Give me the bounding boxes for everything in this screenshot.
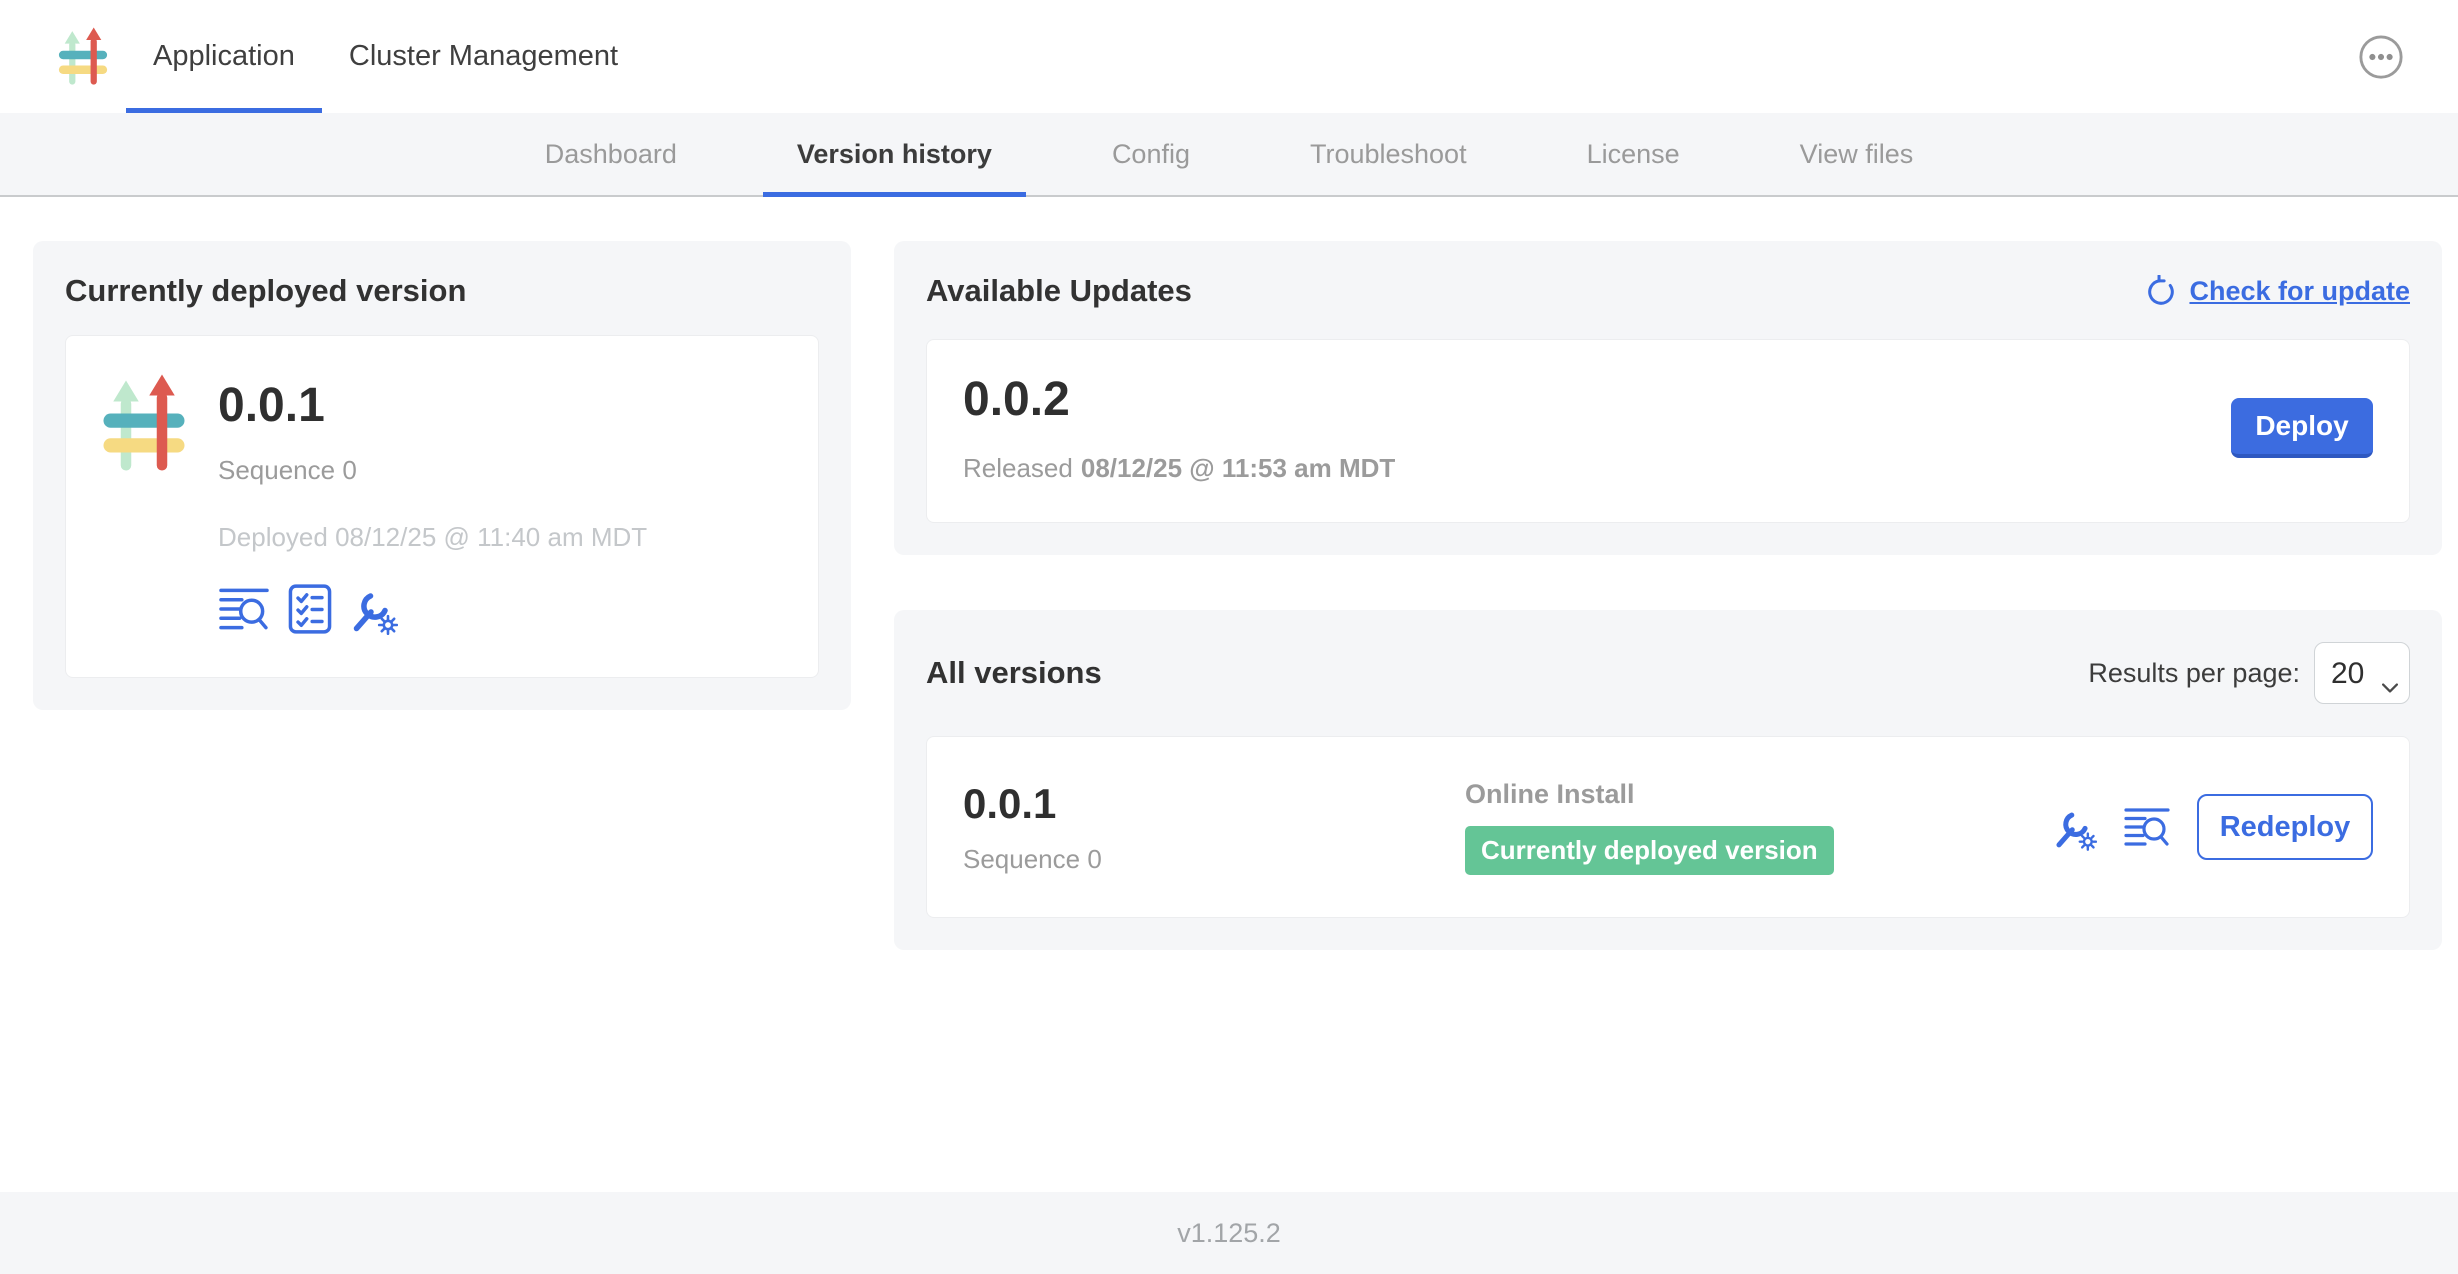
view-logs-icon[interactable] xyxy=(218,586,270,632)
subnav-config[interactable]: Config xyxy=(1078,113,1224,195)
tab-application-label: Application xyxy=(153,40,295,73)
currently-deployed-card: Currently deployed version 0.0.1 Sequenc… xyxy=(33,241,851,710)
available-updates-card: Available Updates Check for update xyxy=(894,241,2442,555)
app-header: Application Cluster Management xyxy=(0,0,2458,113)
row-sequence: Sequence 0 xyxy=(963,844,1465,875)
deployed-version-number: 0.0.1 xyxy=(218,378,647,433)
results-per-page: Results per page: 20 xyxy=(2088,642,2410,704)
tab-cluster-management[interactable]: Cluster Management xyxy=(322,0,645,113)
app-subnav: Dashboard Version history Config Trouble… xyxy=(0,113,2458,197)
currently-deployed-title: Currently deployed version xyxy=(65,273,819,309)
console-version: v1.125.2 xyxy=(1177,1218,1281,1249)
subnav-config-label: Config xyxy=(1112,139,1190,170)
check-for-update-link[interactable]: Check for update xyxy=(2145,275,2410,307)
row-install-type: Online Install xyxy=(1465,779,2053,810)
header-tabs: Application Cluster Management xyxy=(126,0,645,113)
deploy-button[interactable]: Deploy xyxy=(2231,398,2373,458)
view-logs-icon[interactable] xyxy=(2123,806,2171,848)
released-prefix: Released xyxy=(963,453,1073,483)
available-updates-title: Available Updates xyxy=(926,273,1192,309)
preflight-checks-icon[interactable] xyxy=(288,584,332,634)
app-footer: v1.125.2 xyxy=(0,1192,2458,1274)
currently-deployed-badge: Currently deployed version xyxy=(1465,826,1834,875)
subnav-license-label: License xyxy=(1587,139,1680,170)
edit-config-icon[interactable] xyxy=(350,583,398,635)
deployed-timestamp: Deployed 08/12/25 @ 11:40 am MDT xyxy=(218,522,647,553)
subnav-dashboard-label: Dashboard xyxy=(545,139,677,170)
row-version-number: 0.0.1 xyxy=(963,780,1465,828)
subnav-dashboard[interactable]: Dashboard xyxy=(511,113,711,195)
all-versions-card: All versions Results per page: 20 xyxy=(894,610,2442,950)
deployed-version-actions xyxy=(218,583,647,635)
check-for-update-label: Check for update xyxy=(2189,276,2410,307)
subnav-version-history-label: Version history xyxy=(797,139,992,170)
right-column: Available Updates Check for update xyxy=(894,241,2442,950)
version-row: 0.0.1 Sequence 0 Online Install Currentl… xyxy=(926,736,2410,918)
row-actions: Redeploy xyxy=(2053,794,2373,860)
subnav-view-files[interactable]: View files xyxy=(1766,113,1948,195)
tab-application[interactable]: Application xyxy=(126,0,322,113)
update-version-number: 0.0.2 xyxy=(963,372,1395,427)
all-versions-title: All versions xyxy=(926,655,1102,691)
tab-cluster-management-label: Cluster Management xyxy=(349,40,618,73)
app-logo-icon xyxy=(58,27,108,87)
update-released-line: Released 08/12/25 @ 11:53 am MDT xyxy=(963,453,1395,484)
deployed-sequence: Sequence 0 xyxy=(218,455,647,486)
edit-config-icon[interactable] xyxy=(2053,803,2097,851)
results-per-page-label: Results per page: xyxy=(2088,658,2300,689)
redeploy-button[interactable]: Redeploy xyxy=(2197,794,2373,860)
results-per-page-select[interactable]: 20 xyxy=(2314,642,2410,704)
released-date: 08/12/25 @ 11:53 am MDT xyxy=(1081,453,1395,483)
subnav-license[interactable]: License xyxy=(1553,113,1714,195)
currently-deployed-inner-card: 0.0.1 Sequence 0 Deployed 08/12/25 @ 11:… xyxy=(65,335,819,678)
subnav-version-history[interactable]: Version history xyxy=(763,113,1026,195)
subnav-troubleshoot[interactable]: Troubleshoot xyxy=(1276,113,1501,195)
overflow-menu-button[interactable] xyxy=(2358,34,2404,80)
subnav-view-files-label: View files xyxy=(1800,139,1914,170)
rotate-ccw-icon xyxy=(2145,275,2177,307)
main-content: Currently deployed version 0.0.1 Sequenc… xyxy=(0,197,2458,1192)
app-logo-icon xyxy=(102,374,186,635)
available-update-row: 0.0.2 Released 08/12/25 @ 11:53 am MDT De… xyxy=(926,339,2410,523)
subnav-troubleshoot-label: Troubleshoot xyxy=(1310,139,1467,170)
ellipsis-circle-icon xyxy=(2358,34,2404,80)
